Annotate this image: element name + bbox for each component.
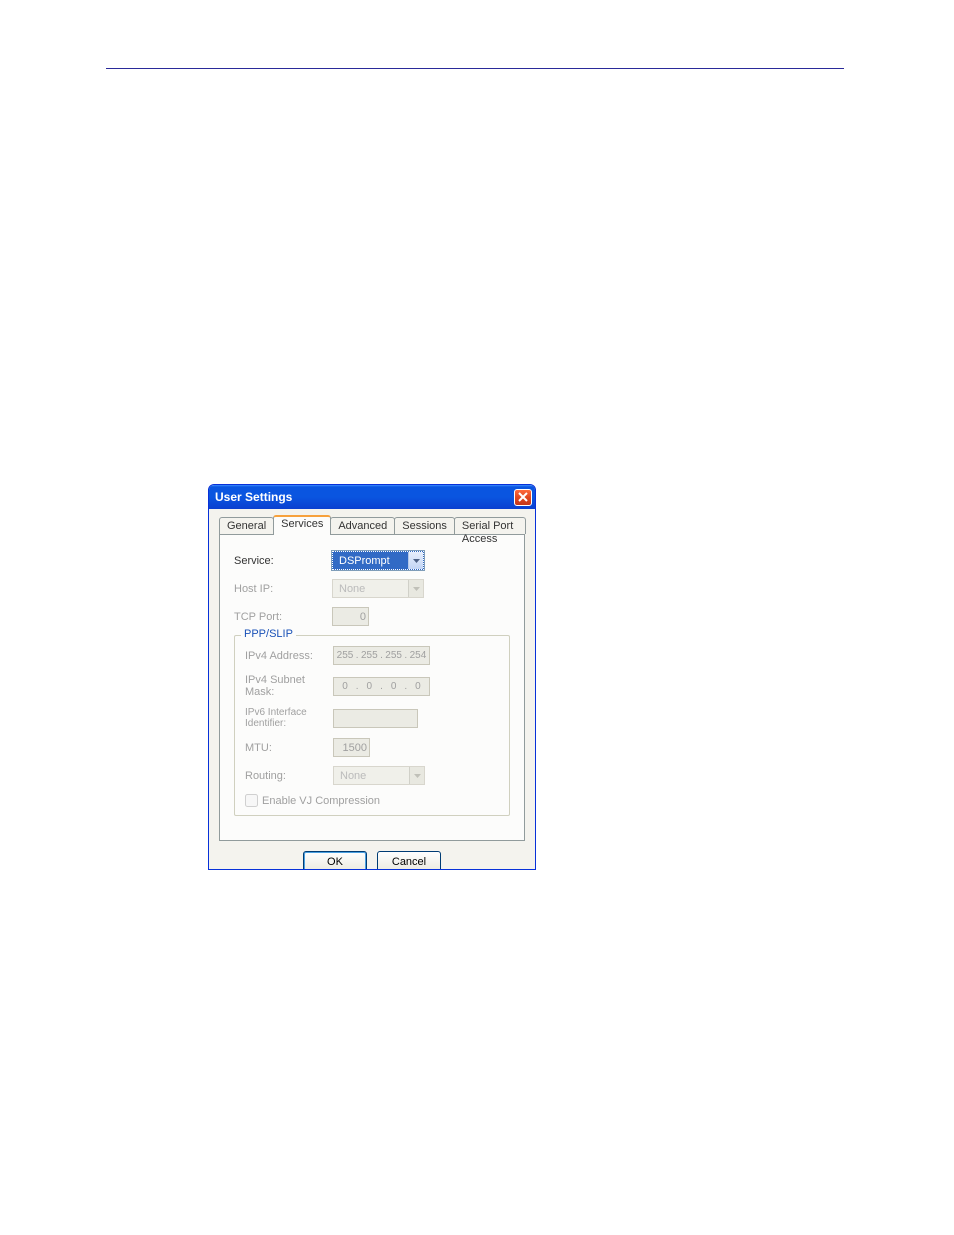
- tcpport-input: [332, 607, 369, 626]
- vj-compression-checkbox: [245, 794, 258, 807]
- tab-serial-port-access[interactable]: Serial Port Access: [454, 517, 526, 534]
- routing-label: Routing:: [245, 770, 333, 782]
- tab-services[interactable]: Services: [273, 515, 331, 535]
- titlebar: User Settings: [209, 485, 535, 509]
- close-icon: [518, 492, 528, 502]
- user-settings-dialog: User Settings General Services Advanced …: [208, 484, 536, 870]
- dialog-buttons: OK Cancel: [219, 851, 525, 870]
- ipv4-subnet-label: IPv4 Subnet Mask:: [245, 674, 333, 698]
- tab-sessions[interactable]: Sessions: [394, 517, 455, 534]
- service-select[interactable]: DSPrompt: [332, 551, 424, 570]
- ipv6-iid-input: [333, 709, 418, 728]
- tab-strip: General Services Advanced Sessions Seria…: [219, 515, 525, 535]
- ipv4-address-input: 255. 255. 255. 254: [333, 646, 430, 665]
- service-label: Service:: [234, 555, 332, 567]
- mtu-input: [333, 738, 370, 757]
- ppp-slip-legend: PPP/SLIP: [241, 628, 296, 640]
- ipv4-address-label: IPv4 Address:: [245, 650, 333, 662]
- ok-button[interactable]: OK: [303, 851, 367, 870]
- tab-general[interactable]: General: [219, 517, 274, 534]
- hostip-label: Host IP:: [234, 583, 332, 595]
- cancel-button[interactable]: Cancel: [377, 851, 441, 870]
- ipv6-iid-label: IPv6 Interface Identifier:: [245, 707, 333, 729]
- hostip-select: None: [332, 579, 424, 598]
- dialog-title: User Settings: [215, 490, 292, 504]
- mtu-label: MTU:: [245, 742, 333, 754]
- tab-advanced[interactable]: Advanced: [330, 517, 395, 534]
- close-button[interactable]: [514, 489, 532, 506]
- dialog-body: General Services Advanced Sessions Seria…: [209, 509, 535, 869]
- ppp-slip-group: PPP/SLIP IPv4 Address: 255. 255. 255. 25…: [234, 635, 510, 816]
- page-divider: [106, 68, 844, 69]
- routing-select: None: [333, 766, 425, 785]
- services-panel: Service: DSPrompt Host IP: None: [219, 535, 525, 841]
- vj-compression-label: Enable VJ Compression: [262, 795, 380, 807]
- ipv4-subnet-input: 0. 0. 0. 0: [333, 677, 430, 696]
- tcpport-label: TCP Port:: [234, 611, 332, 623]
